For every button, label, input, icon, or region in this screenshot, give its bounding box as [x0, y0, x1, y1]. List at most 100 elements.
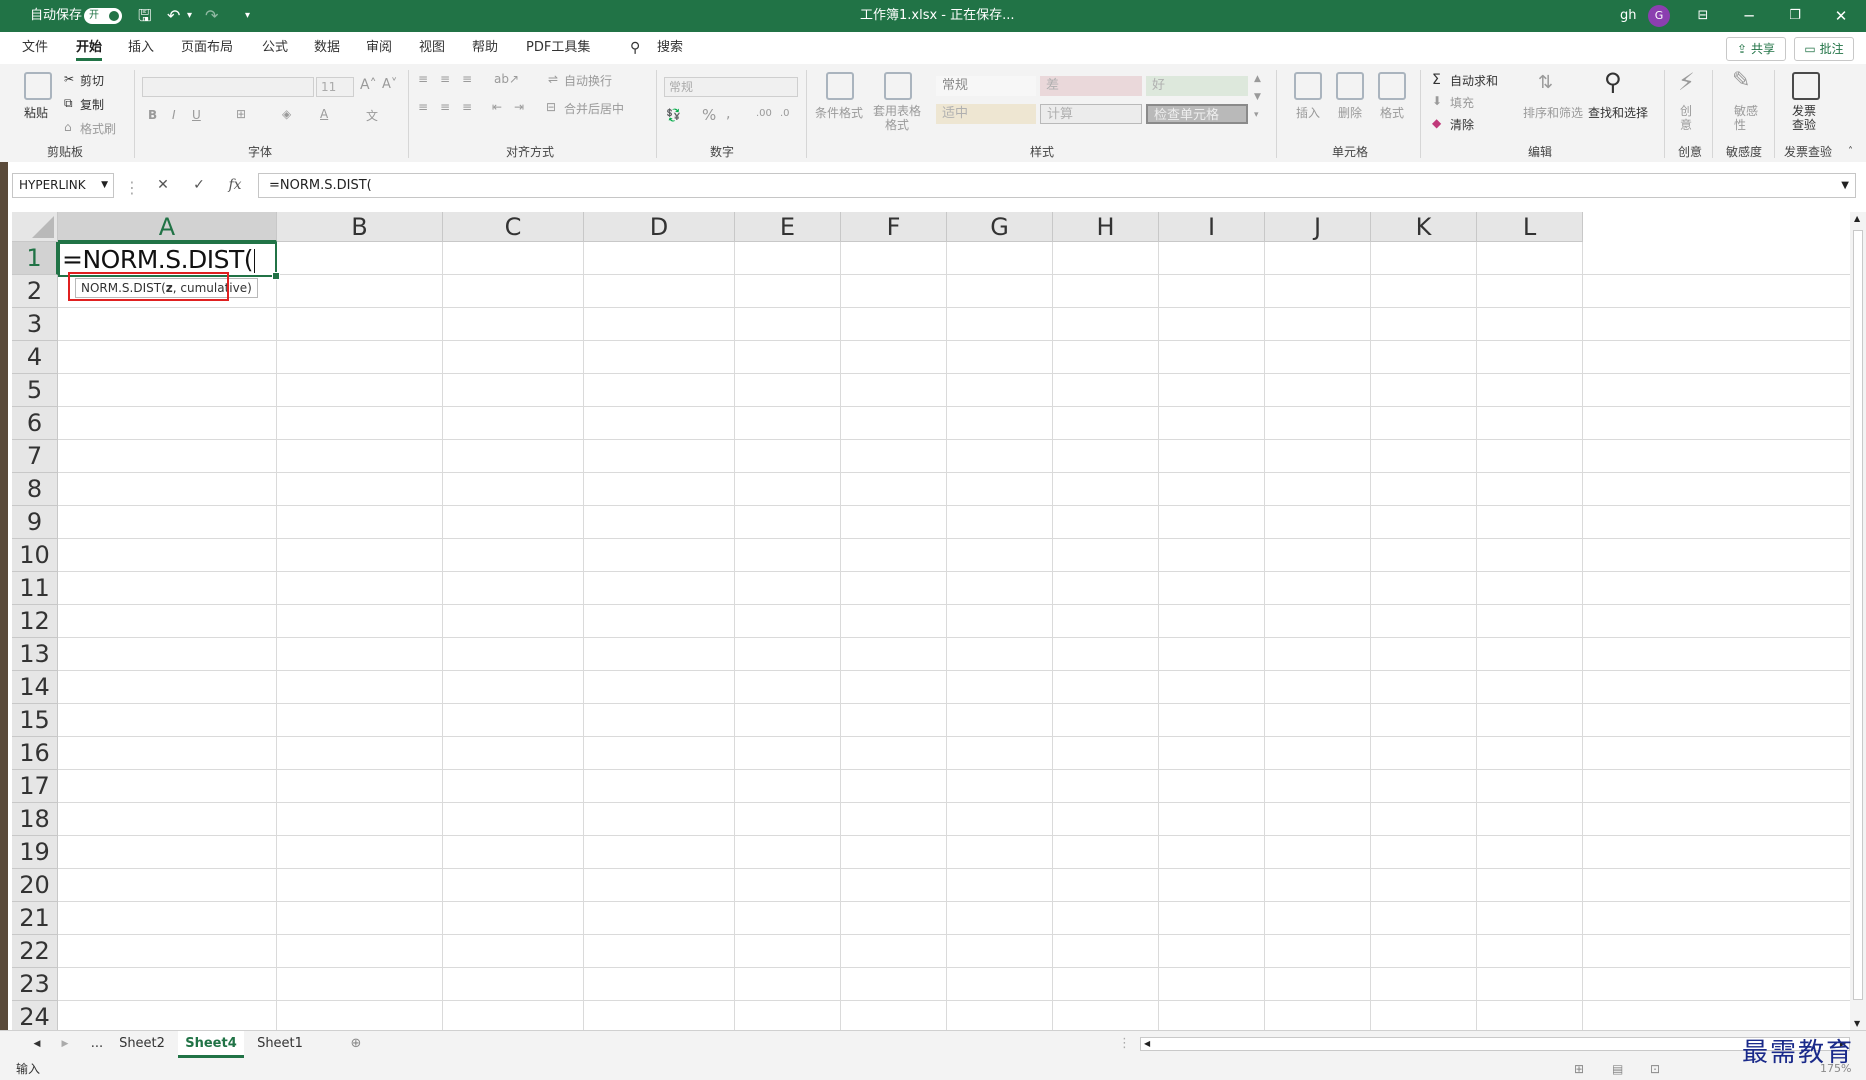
column-header-l[interactable]: L [1477, 212, 1583, 242]
paste-icon[interactable] [24, 72, 52, 100]
autosave-toggle[interactable]: 开 [84, 8, 122, 24]
search-icon[interactable]: ⚲ [630, 32, 640, 64]
style-calculation[interactable]: 计算 [1040, 104, 1142, 124]
worksheet-grid[interactable]: ABCDEFGHIJKL 1 2 3 4 5 6 7 8 9 10 11 12 13 14 15 16 17 18… [12, 212, 1850, 1030]
tab-view[interactable]: 视图 [419, 32, 445, 64]
percent-icon[interactable]: % [702, 106, 716, 124]
restore-icon[interactable]: ❐ [1772, 0, 1818, 32]
style-neutral[interactable]: 适中 [936, 104, 1036, 124]
cut-icon[interactable]: ✂ [64, 72, 74, 86]
format-painter-icon[interactable]: ⌂ [64, 120, 72, 134]
orientation-icon[interactable]: ab↗ [494, 72, 519, 86]
invoice-check-button[interactable]: 发票查验 [1792, 104, 1818, 132]
cancel-icon[interactable]: ✕ [150, 173, 176, 198]
number-format-combo[interactable]: 常规 [664, 77, 798, 97]
customize-quick-access-icon[interactable]: ▾ [245, 0, 250, 32]
row-header-1[interactable]: 1 [12, 242, 58, 275]
cut-button[interactable]: 剪切 [80, 72, 104, 89]
fill-icon[interactable]: ⬇ [1432, 94, 1442, 108]
row-header-21[interactable]: 21 [12, 902, 58, 935]
enter-icon[interactable]: ✓ [186, 173, 212, 198]
insert-cells-icon[interactable] [1294, 72, 1322, 100]
column-header-c[interactable]: C [443, 212, 584, 242]
find-select-button[interactable]: 查找和选择 [1588, 104, 1648, 121]
align-center-icon[interactable]: ≡ [440, 100, 450, 114]
row-header-15[interactable]: 15 [12, 704, 58, 737]
delete-cells-button[interactable]: 删除 [1338, 104, 1362, 121]
page-layout-view-icon[interactable]: ▤ [1612, 1058, 1623, 1080]
column-header-i[interactable]: I [1159, 212, 1265, 242]
formula-input[interactable]: =NORM.S.DIST( ▼ [258, 173, 1856, 198]
font-size-combo[interactable]: 11 [316, 77, 354, 97]
row-header-2[interactable]: 2 [12, 275, 58, 308]
align-left-icon[interactable]: ≡ [418, 100, 428, 114]
comments-button[interactable]: ▭ 批注 [1794, 37, 1854, 61]
decrease-decimal-icon[interactable]: .0 [780, 108, 790, 119]
row-header-13[interactable]: 13 [12, 638, 58, 671]
currency-icon[interactable]: 💱 [666, 108, 681, 122]
vertical-scrollbar[interactable]: ▲ ▼ [1850, 212, 1866, 1030]
insert-function-icon[interactable]: fx [222, 173, 248, 198]
autosum-icon[interactable]: Σ [1432, 72, 1441, 88]
row-header-9[interactable]: 9 [12, 506, 58, 539]
styles-scroll-down-icon[interactable]: ▼ [1254, 92, 1261, 102]
decrease-indent-icon[interactable]: ⇤ [492, 100, 502, 114]
scroll-up-icon[interactable]: ▲ [1854, 214, 1860, 223]
row-header-12[interactable]: 12 [12, 605, 58, 638]
align-right-icon[interactable]: ≡ [462, 100, 472, 114]
row-header-22[interactable]: 22 [12, 935, 58, 968]
undo-dropdown-icon[interactable]: ▾ [187, 0, 192, 32]
decrease-font-icon[interactable]: A˅ [382, 77, 397, 92]
creative-button[interactable]: 创意 [1680, 104, 1692, 132]
tab-insert[interactable]: 插入 [128, 32, 154, 64]
column-header-d[interactable]: D [584, 212, 735, 242]
row-header-24[interactable]: 24 [12, 1001, 58, 1030]
sensitivity-button[interactable]: 敏感性 [1734, 104, 1758, 132]
bold-icon[interactable]: B [148, 108, 157, 122]
expand-formula-icon[interactable]: ▼ [1841, 174, 1849, 197]
borders-icon[interactable]: ⊞ [236, 107, 246, 121]
scroll-down-icon[interactable]: ▼ [1854, 1019, 1860, 1028]
paste-button[interactable]: 粘贴 [24, 104, 48, 121]
row-header-10[interactable]: 10 [12, 539, 58, 572]
increase-indent-icon[interactable]: ⇥ [514, 100, 524, 114]
row-header-5[interactable]: 5 [12, 374, 58, 407]
conditional-formatting-button[interactable]: 条件格式 [815, 104, 863, 121]
tab-home[interactable]: 开始 [76, 32, 103, 64]
copy-button[interactable]: 复制 [80, 96, 104, 113]
row-header-4[interactable]: 4 [12, 341, 58, 374]
row-header-23[interactable]: 23 [12, 968, 58, 1001]
tab-splitter-icon[interactable]: ⋮ [1118, 1031, 1131, 1058]
column-header-g[interactable]: G [947, 212, 1053, 242]
insert-cells-button[interactable]: 插入 [1296, 104, 1320, 121]
find-select-icon[interactable]: ⚲ [1604, 68, 1622, 96]
align-top-icon[interactable]: ≡ [418, 72, 428, 86]
phonetic-icon[interactable]: 文 [366, 107, 378, 124]
style-bad[interactable]: 差 [1040, 76, 1142, 96]
row-header-20[interactable]: 20 [12, 869, 58, 902]
creative-icon[interactable]: ⚡ [1678, 68, 1695, 96]
styles-more-icon[interactable]: ▾ [1254, 110, 1259, 120]
add-sheet-icon[interactable]: ⊕ [346, 1031, 366, 1058]
row-header-16[interactable]: 16 [12, 737, 58, 770]
italic-icon[interactable]: I [172, 108, 176, 122]
redo-icon[interactable]: ↷ [205, 0, 218, 32]
share-button[interactable]: ⇪ 共享 [1726, 37, 1786, 61]
fill-color-icon[interactable]: ◈ [282, 107, 291, 121]
column-header-j[interactable]: J [1265, 212, 1371, 242]
more-sheets-button[interactable]: ... [86, 1031, 108, 1058]
conditional-formatting-icon[interactable] [826, 72, 854, 100]
close-icon[interactable]: ✕ [1818, 0, 1864, 32]
format-as-table-button[interactable]: 套用表格格式 [868, 104, 926, 132]
tab-pdf-tools[interactable]: PDF工具集 [526, 32, 590, 64]
next-sheet-icon[interactable]: ▶ [58, 1031, 72, 1058]
scroll-left-icon[interactable]: ◀ [1144, 1038, 1150, 1050]
row-header-3[interactable]: 3 [12, 308, 58, 341]
merge-center-icon[interactable]: ⊟ [546, 100, 556, 114]
document-title[interactable]: 工作簿1.xlsx - 正在保存... [860, 0, 1015, 32]
copy-icon[interactable]: ⧉ [64, 96, 73, 111]
column-header-b[interactable]: B [277, 212, 443, 242]
align-middle-icon[interactable]: ≡ [440, 72, 450, 86]
prev-sheet-icon[interactable]: ◀ [30, 1031, 44, 1058]
sheet-tab-sheet4[interactable]: Sheet4 [178, 1031, 244, 1058]
